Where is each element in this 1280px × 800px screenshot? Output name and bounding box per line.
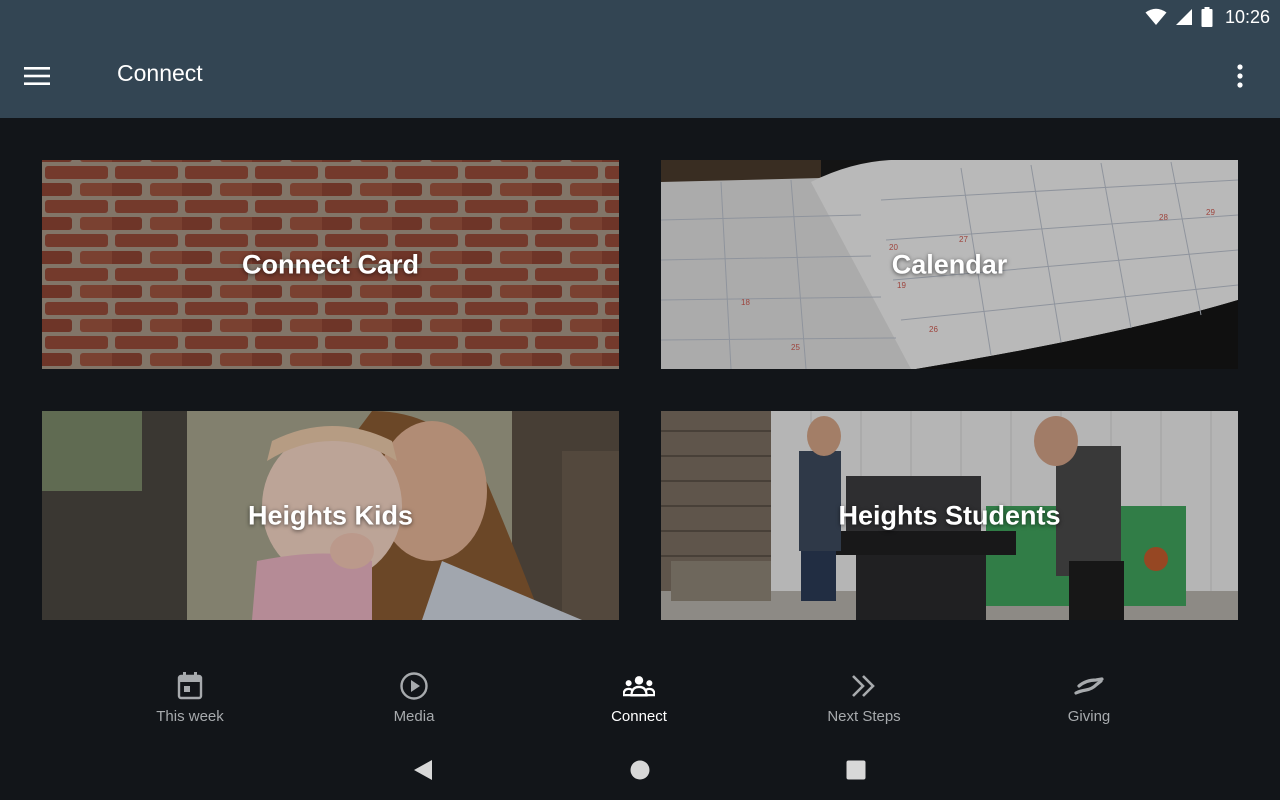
nav-label: Connect xyxy=(611,708,667,725)
hand-give-icon xyxy=(1073,670,1105,702)
card-label: Heights Kids xyxy=(247,500,414,530)
system-navigation-bar xyxy=(0,742,1280,800)
nav-item-giving[interactable]: Giving xyxy=(1019,670,1159,732)
nav-item-next-steps[interactable]: Next Steps xyxy=(794,670,934,732)
status-icons: 10:26 xyxy=(1145,5,1270,29)
card-label: Heights Students xyxy=(838,500,1061,530)
heights-students-tile[interactable]: Heights Students xyxy=(661,411,1238,620)
home-button[interactable] xyxy=(620,754,660,786)
menu-button[interactable] xyxy=(24,56,72,96)
status-bar: 10:26 xyxy=(0,0,1280,34)
more-vert-icon xyxy=(1237,64,1243,88)
calendar-icon xyxy=(174,670,206,702)
page-title: Connect xyxy=(117,60,203,86)
nav-label: Next Steps xyxy=(827,708,901,725)
play-circle-icon xyxy=(398,670,430,702)
hamburger-menu-icon xyxy=(24,67,50,85)
recents-icon xyxy=(846,760,866,780)
back-button[interactable] xyxy=(403,754,443,786)
calendar-tile[interactable]: 20 27 28 29 18 25 19 26 Calendar xyxy=(661,160,1238,369)
nav-label: This week xyxy=(156,708,224,725)
card-label: Calendar xyxy=(891,249,1008,279)
status-time: 10:26 xyxy=(1224,6,1270,27)
signal-icon xyxy=(1175,9,1192,25)
app-bar: Connect xyxy=(0,34,1280,118)
nav-item-this-week[interactable]: This week xyxy=(120,670,260,732)
battery-icon xyxy=(1201,7,1213,27)
heights-kids-tile[interactable]: Heights Kids xyxy=(42,411,619,620)
card-label: Connect Card xyxy=(241,249,420,279)
back-icon xyxy=(414,760,432,780)
overflow-menu-button[interactable] xyxy=(1224,54,1256,98)
nav-item-connect[interactable]: Connect xyxy=(569,670,709,732)
recents-button[interactable] xyxy=(836,754,876,786)
home-icon xyxy=(630,760,650,780)
bottom-navigation: This week Media Connect Next Steps Givin… xyxy=(0,656,1280,742)
nav-item-media[interactable]: Media xyxy=(344,670,484,732)
connect-card-tile[interactable]: Connect Card xyxy=(42,160,619,369)
double-chevron-right-icon xyxy=(848,670,880,702)
nav-label: Giving xyxy=(1067,708,1111,725)
wifi-icon xyxy=(1145,8,1167,25)
nav-label: Media xyxy=(393,708,435,725)
people-group-icon xyxy=(623,670,655,702)
